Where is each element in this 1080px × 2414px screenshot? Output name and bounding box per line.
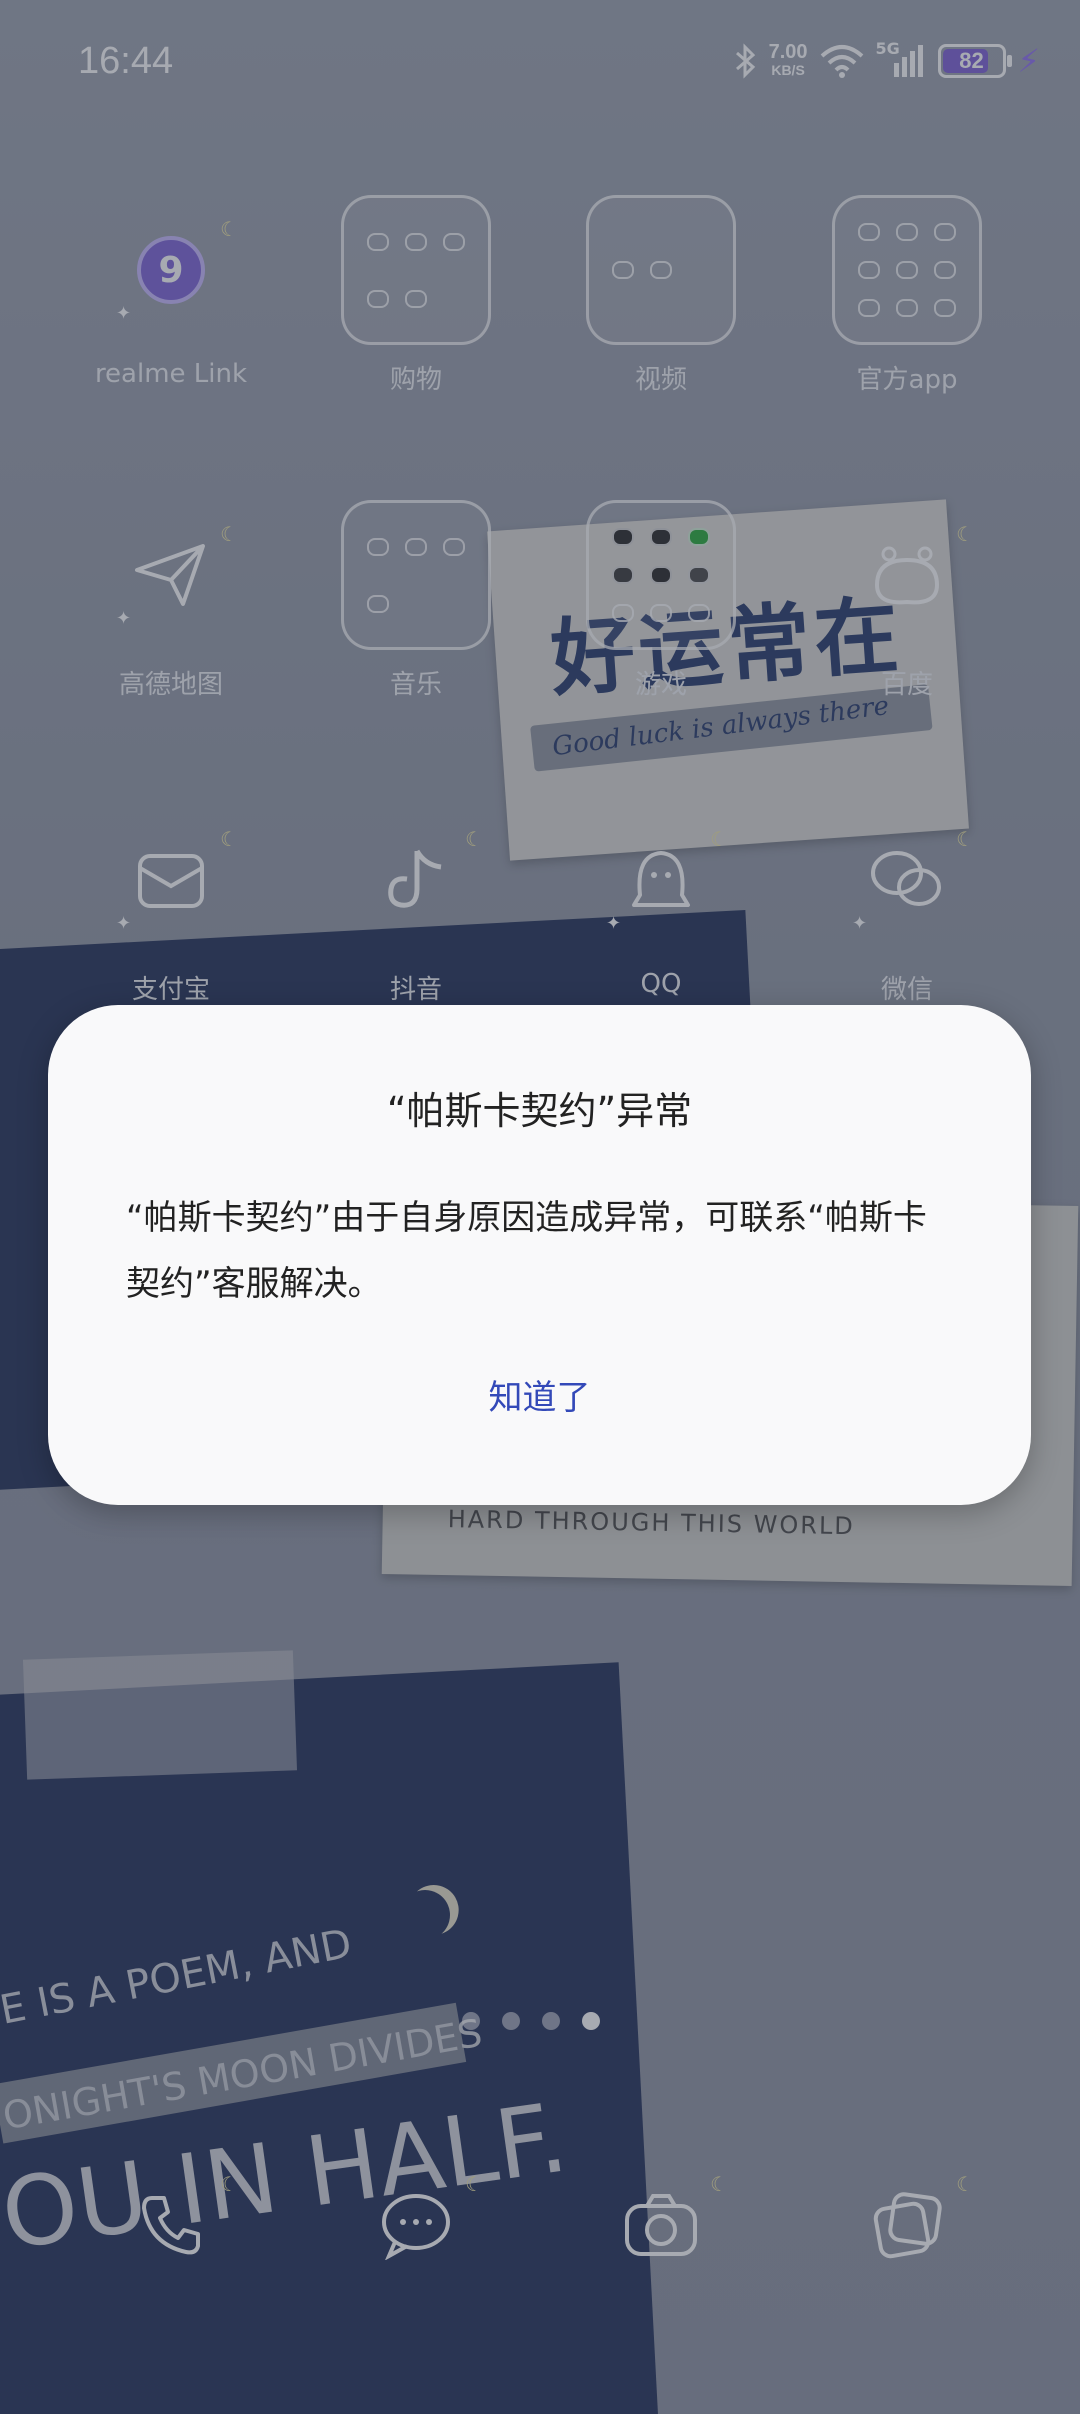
dialog-title: “帕斯卡契约”异常 xyxy=(386,1089,693,1133)
error-dialog: “帕斯卡契约”异常 “帕斯卡契约”由于自身原因造成异常，可联系“帕斯卡契约”客服… xyxy=(48,1005,1031,1505)
got-it-button[interactable]: 知道了 xyxy=(48,1370,1031,1419)
dialog-message: “帕斯卡契约”由于自身原因造成异常，可联系“帕斯卡契约”客服解决。 xyxy=(126,1198,927,1304)
